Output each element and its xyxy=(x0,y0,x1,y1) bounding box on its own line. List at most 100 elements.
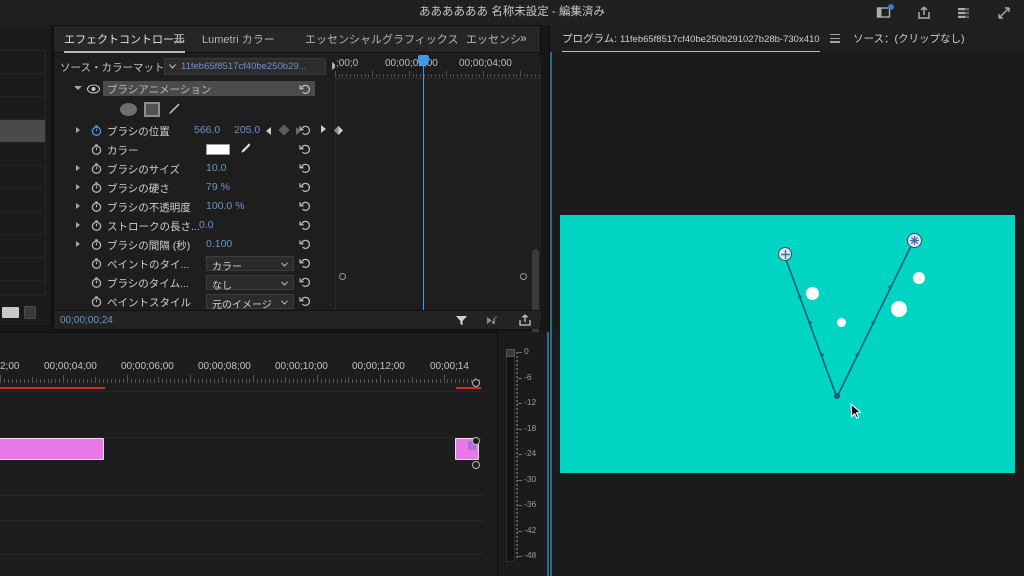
export-icon[interactable] xyxy=(916,5,932,21)
program-canvas[interactable] xyxy=(560,215,1015,473)
eyedropper-icon[interactable] xyxy=(238,142,252,157)
play-audio-icon[interactable] xyxy=(486,314,500,327)
project-item-list[interactable] xyxy=(0,50,46,295)
property-value[interactable]: 10.0 xyxy=(206,162,226,174)
zoom-handle-left[interactable] xyxy=(339,273,346,280)
eye-icon[interactable] xyxy=(87,84,100,94)
ellipse-tool-icon[interactable] xyxy=(120,103,137,116)
list-item[interactable] xyxy=(0,120,45,143)
list-item[interactable] xyxy=(0,166,45,189)
property-row-brush-size[interactable]: ブラシのサイズ 10.0 xyxy=(54,159,335,178)
keyframe-playhead-next-icon[interactable] xyxy=(321,125,326,133)
reset-icon[interactable] xyxy=(299,276,312,288)
list-item[interactable] xyxy=(0,143,45,166)
fullscreen-icon[interactable] xyxy=(996,5,1012,21)
stopwatch-icon-active[interactable] xyxy=(91,125,102,136)
property-row-color[interactable]: カラー xyxy=(54,140,335,159)
stopwatch-icon[interactable] xyxy=(91,258,102,269)
audio-peak-indicator[interactable] xyxy=(506,349,515,357)
property-row-brush-spacing[interactable]: ブラシの間隔 (秒) 0.100 xyxy=(54,235,335,254)
reset-icon[interactable] xyxy=(299,162,312,174)
property-row-brush-time[interactable]: ブラシのタイム... なし xyxy=(54,273,335,292)
property-value-y[interactable]: 205.0 xyxy=(234,124,260,136)
reset-icon[interactable] xyxy=(299,143,312,155)
reset-icon[interactable] xyxy=(299,295,312,307)
twirl-right-icon[interactable] xyxy=(76,222,80,228)
reset-icon[interactable] xyxy=(299,200,312,212)
list-item[interactable] xyxy=(0,258,45,281)
playhead-handle[interactable] xyxy=(418,55,429,66)
filter-icon[interactable] xyxy=(455,314,468,327)
effect-header-row[interactable]: ブラシアニメーション xyxy=(54,79,335,99)
stopwatch-icon[interactable] xyxy=(91,201,102,212)
stopwatch-icon[interactable] xyxy=(91,220,102,231)
reset-icon[interactable] xyxy=(299,181,312,193)
property-row-stroke-length[interactable]: ストロークの長さ... 0.0 xyxy=(54,216,335,235)
twirl-right-icon[interactable] xyxy=(76,241,80,247)
reset-icon[interactable] xyxy=(299,257,312,269)
program-panel-menu-icon[interactable] xyxy=(830,34,840,43)
timeline-tracks[interactable] xyxy=(0,391,483,576)
property-row-paint-style[interactable]: ペイントスタイル 元のイメージ xyxy=(54,292,335,311)
new-item-icon[interactable] xyxy=(2,306,19,318)
property-value[interactable]: 0.0 xyxy=(199,219,214,231)
tab-essential-graphics[interactable]: エッセンシャルグラフィックス xyxy=(305,26,458,53)
keyframe-marker-icon[interactable] xyxy=(334,126,343,135)
ruler-handle[interactable] xyxy=(472,379,480,387)
twirl-down-icon[interactable] xyxy=(74,86,82,93)
keyframe-area[interactable] xyxy=(335,79,541,359)
color-swatch[interactable] xyxy=(206,144,230,155)
source-clip-dropdown[interactable]: 11feb65f8517cf40be250b29... xyxy=(164,58,326,75)
list-item[interactable] xyxy=(0,189,45,212)
property-value[interactable]: 0.100 xyxy=(206,238,232,250)
reset-icon[interactable] xyxy=(299,219,312,231)
property-row-brush-position[interactable]: ブラシの位置 566.0 205.0 xyxy=(54,121,343,140)
reset-icon[interactable] xyxy=(299,124,312,136)
stopwatch-icon[interactable] xyxy=(91,239,102,250)
track-handle[interactable] xyxy=(472,437,480,445)
tab-essential-sound[interactable]: エッセンシ xyxy=(466,26,521,53)
property-row-brush-opacity[interactable]: ブラシの不透明度 100.0 % xyxy=(54,197,335,216)
property-value-x[interactable]: 566.0 xyxy=(194,124,220,136)
stopwatch-icon[interactable] xyxy=(91,144,102,155)
track-handle[interactable] xyxy=(472,461,480,469)
twirl-right-icon[interactable] xyxy=(76,203,80,209)
prev-keyframe-icon[interactable] xyxy=(266,127,271,135)
list-item[interactable] xyxy=(0,235,45,258)
twirl-right-icon[interactable] xyxy=(76,184,80,190)
rectangle-tool-icon[interactable] xyxy=(144,102,160,117)
twirl-right-icon[interactable] xyxy=(76,127,80,133)
more-tabs-icon[interactable]: » xyxy=(520,31,527,45)
reset-icon[interactable] xyxy=(299,238,312,250)
zoom-handle-right[interactable] xyxy=(520,273,527,280)
paint-style-dropdown[interactable]: 元のイメージ xyxy=(206,294,294,311)
property-value[interactable]: 100.0 % xyxy=(206,200,245,212)
stopwatch-icon[interactable] xyxy=(91,277,102,288)
list-item[interactable] xyxy=(0,97,45,120)
stopwatch-icon[interactable] xyxy=(91,296,102,307)
panel-menu-icon[interactable] xyxy=(174,34,184,43)
stopwatch-icon[interactable] xyxy=(91,163,102,174)
property-value[interactable]: 79 % xyxy=(206,181,230,193)
tab-source[interactable]: ソース：(クリップなし) xyxy=(853,25,964,52)
list-icon[interactable] xyxy=(956,5,972,21)
effect-controls-ruler[interactable]: ;00;0 00;00;02;00 00;00;04;00 xyxy=(335,57,541,79)
property-row-paint-type[interactable]: ペイントのタイ... カラー xyxy=(54,254,335,273)
list-item[interactable] xyxy=(0,212,45,235)
property-row-brush-hardness[interactable]: ブラシの硬さ 79 % xyxy=(54,178,335,197)
pen-tool-icon[interactable] xyxy=(166,102,181,117)
tab-lumetri-color[interactable]: Lumetri カラー xyxy=(202,26,275,53)
trash-icon[interactable] xyxy=(24,305,36,319)
timeline-clip[interactable] xyxy=(0,438,104,460)
workspace-icon[interactable] xyxy=(876,3,894,21)
brush-time-dropdown[interactable]: なし xyxy=(206,275,294,292)
tab-program[interactable]: プログラム: 11feb65f8517cf40be250b291027b28b-… xyxy=(562,25,820,52)
reset-icon[interactable] xyxy=(299,83,312,95)
export-frame-icon[interactable] xyxy=(518,314,532,327)
list-item[interactable] xyxy=(0,74,45,97)
paint-type-dropdown[interactable]: カラー xyxy=(206,256,294,273)
current-timecode[interactable]: 00;00;00;24 xyxy=(60,315,113,326)
stopwatch-icon[interactable] xyxy=(91,182,102,193)
twirl-right-icon[interactable] xyxy=(76,165,80,171)
add-keyframe-icon[interactable] xyxy=(278,124,290,136)
